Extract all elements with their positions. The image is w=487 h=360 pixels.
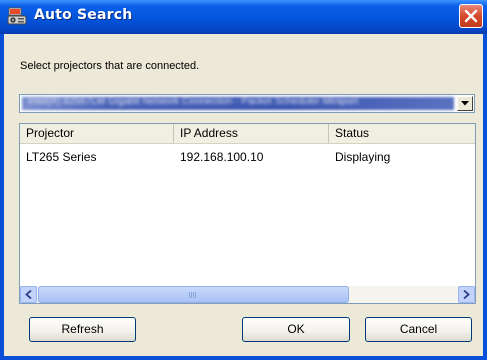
cell-ip-address: 192.168.100.10 [180, 150, 264, 164]
table-row[interactable]: LT265 Series 192.168.100.10 Displaying [20, 149, 475, 166]
list-header: Projector IP Address Status [20, 124, 475, 144]
scroll-left-button[interactable] [20, 286, 37, 303]
projector-list[interactable]: Projector IP Address Status LT265 Series… [19, 123, 476, 304]
dropdown-button[interactable] [457, 96, 473, 111]
column-header-projector[interactable]: Projector [20, 124, 174, 143]
column-header-status[interactable]: Status [329, 124, 475, 143]
cell-status: Displaying [335, 150, 391, 164]
scroll-thumb[interactable] [38, 286, 349, 303]
projector-icon [7, 7, 27, 25]
close-button[interactable] [459, 4, 483, 28]
window-frame-bottom [0, 356, 487, 360]
close-icon [464, 9, 478, 23]
auto-search-window: Auto Search Select projectors that are c… [0, 0, 487, 360]
ok-button[interactable]: OK [242, 317, 350, 342]
window-frame-left [0, 34, 4, 360]
scroll-right-button[interactable] [458, 286, 475, 303]
arrow-left-icon [25, 290, 32, 299]
cell-projector: LT265 Series [26, 150, 97, 164]
network-adapter-select[interactable]: Intel(R) 82567LM Gigabit Network Connect… [19, 94, 475, 113]
instruction-text: Select projectors that are connected. [20, 60, 200, 72]
arrow-right-icon [463, 290, 470, 299]
horizontal-scrollbar[interactable] [20, 286, 475, 303]
adapter-value: Intel(R) 82567LM Gigabit Network Connect… [28, 96, 359, 107]
refresh-button[interactable]: Refresh [29, 317, 136, 342]
window-frame-right [483, 34, 487, 360]
window-title: Auto Search [34, 7, 133, 23]
chevron-down-icon [461, 101, 469, 106]
column-header-ip-address[interactable]: IP Address [174, 124, 329, 143]
cancel-button[interactable]: Cancel [365, 317, 472, 342]
title-bar[interactable]: Auto Search [0, 0, 487, 34]
scroll-thumb-grip [189, 292, 197, 298]
